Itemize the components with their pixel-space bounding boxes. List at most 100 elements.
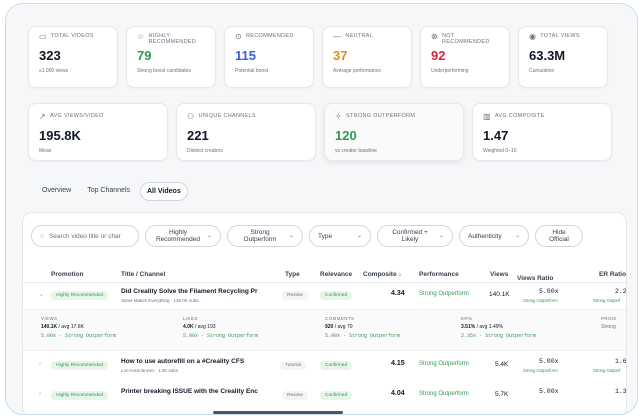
star-icon: ☆ bbox=[137, 32, 145, 41]
kpi-sub: ≥1,000 views bbox=[39, 68, 69, 74]
detail-value: 920 bbox=[325, 324, 334, 330]
col-performance[interactable]: Performance bbox=[419, 271, 459, 278]
kpi-label: HIGHLY RECOMMENDED bbox=[148, 33, 197, 45]
outperform-filter[interactable]: Strong Outperform ⌄ bbox=[227, 225, 303, 247]
col-relevance[interactable]: Relevance bbox=[320, 271, 352, 278]
kpi-sub: Underperforming bbox=[431, 68, 469, 74]
relevance-badge: Confirmed bbox=[320, 391, 353, 400]
er-ratio: 1.6 bbox=[615, 358, 627, 365]
tab-top-channels[interactable]: Top Channels bbox=[81, 182, 136, 201]
detail-views: VIEWS 140.1K / avg 17.6K 5.00x · Strong … bbox=[41, 316, 116, 339]
views-ratio: 5.00x bbox=[539, 358, 559, 365]
col-promotion[interactable]: Promotion bbox=[51, 271, 84, 278]
detail-avg: / avg 17.6K bbox=[58, 324, 84, 330]
er-ratio-sub: Strong Outperf bbox=[593, 298, 621, 303]
promotion-badge: Highly Recommended bbox=[51, 291, 109, 300]
kpi-sub: Distinct creators bbox=[187, 148, 223, 154]
detail-avg: / avg 1.49% bbox=[476, 324, 503, 330]
type-filter[interactable]: Type ⌄ bbox=[309, 225, 371, 247]
chevron-down-icon: ⌄ bbox=[206, 232, 212, 239]
kpi-sub: vs creator baseline bbox=[335, 148, 377, 154]
detail-label: PROM bbox=[601, 316, 617, 321]
kpi-label: AVG COMPOSITE bbox=[494, 113, 545, 119]
chevron-down-icon: ⌄ bbox=[438, 232, 444, 239]
promotion-badge: Highly Recommended bbox=[51, 361, 109, 370]
search-input[interactable]: ○ Search video title or char bbox=[31, 225, 139, 247]
channel-name: Lori Anne Brown · 1.2K subs bbox=[121, 368, 179, 373]
composite-score: 4.34 bbox=[391, 290, 405, 297]
kpi-avg-composite: ▥ AVG COMPOSITE 1.47 Weighted 0–10 bbox=[472, 103, 612, 161]
chevron-down-icon: ⌄ bbox=[514, 232, 520, 239]
search-placeholder: Search video title or char bbox=[48, 232, 121, 240]
views-count: 5.4K bbox=[495, 361, 509, 368]
expand-chevron-icon[interactable]: › bbox=[39, 391, 41, 397]
kpi-sub: Mean bbox=[39, 148, 52, 154]
kpi-sub: Weighted 0–10 bbox=[483, 148, 517, 154]
col-er-ratio[interactable]: ER Ratio bbox=[599, 271, 626, 278]
table-row[interactable]: ⌄ Highly Recommended Did Creality Solve … bbox=[23, 285, 626, 309]
table-row[interactable]: › Highly Recommended How to use autorefi… bbox=[23, 355, 627, 379]
detail-ratio: 5.00x · Strong Outperform bbox=[325, 333, 401, 339]
users-icon: ⚇ bbox=[187, 112, 195, 121]
kpi-value: 221 bbox=[187, 128, 209, 143]
views-ratio: 5.00x bbox=[539, 288, 559, 295]
kpi-label: NEUTRAL bbox=[345, 33, 374, 39]
detail-value: 3.51% bbox=[461, 324, 476, 330]
minus-icon: — bbox=[333, 32, 342, 41]
col-title[interactable]: Title / Channel bbox=[121, 271, 165, 278]
videos-panel: ○ Search video title or char Highly Reco… bbox=[22, 212, 627, 414]
kpi-label: AVG VIEWS/VIDEO bbox=[50, 113, 104, 119]
detail-avg: / avg 193 bbox=[194, 324, 216, 330]
kpi-avg-views: ↗ AVG VIEWS/VIDEO 195.8K Mean bbox=[28, 103, 168, 161]
performance-label: Strong Outperform bbox=[419, 361, 469, 367]
tab-all-videos[interactable]: All Videos bbox=[140, 182, 188, 201]
relevance-badge: Confirmed bbox=[320, 361, 353, 370]
tab-overview[interactable]: Overview bbox=[36, 182, 77, 201]
horizontal-scrollbar[interactable] bbox=[213, 411, 343, 414]
confirmed-filter[interactable]: Confirmed + Likely ⌄ bbox=[377, 225, 453, 247]
authenticity-filter[interactable]: Authenticity ⌄ bbox=[459, 225, 529, 247]
er-ratio-sub: Strong Outperf bbox=[593, 368, 621, 373]
trend-icon: ↗ bbox=[39, 112, 47, 121]
composite-score: 4.15 bbox=[391, 360, 405, 367]
expand-chevron-icon[interactable]: › bbox=[39, 361, 41, 367]
filter-label: Strong Outperform bbox=[243, 229, 277, 243]
table-header: Promotion Title / Channel Type Relevance… bbox=[23, 267, 626, 283]
filter-bar: ○ Search video title or char Highly Reco… bbox=[31, 225, 583, 247]
er-ratio: 1.3 bbox=[615, 388, 627, 395]
detail-comments: COMMENTS 920 / avg 70 5.00x · Strong Out… bbox=[325, 316, 400, 339]
collapse-chevron-icon[interactable]: ⌄ bbox=[39, 291, 44, 298]
kpi-label: RECOMMENDED bbox=[246, 33, 294, 39]
col-views-ratio-hint: 48% bbox=[517, 275, 526, 280]
kpi-row-2: ↗ AVG VIEWS/VIDEO 195.8K Mean ⚇ UNIQUE CHA… bbox=[28, 103, 637, 161]
detail-ratio: 5.00x · Strong Outperform bbox=[41, 333, 117, 339]
kpi-value: 79 bbox=[137, 48, 152, 63]
col-views[interactable]: Views bbox=[490, 271, 508, 278]
relevance-badge: Confirmed bbox=[320, 291, 353, 300]
recommendation-filter[interactable]: Highly Recommended ⌄ bbox=[145, 225, 221, 247]
video-title[interactable]: Printer breaking ISSUE with the Creality… bbox=[121, 388, 258, 395]
channel-name: Steve Makes Everything · 136.0K subs bbox=[121, 298, 199, 303]
kpi-not-recommended: ⊗ NOT RECOMMENDED 92 Underperforming bbox=[420, 26, 510, 88]
type-badge: Review bbox=[282, 291, 308, 300]
filter-label: Authenticity bbox=[468, 232, 502, 240]
performance-label: Strong Outperform bbox=[419, 291, 469, 297]
kpi-strong-outperform[interactable]: ✧ STRONG OUTPERFORM 120 vs creator baseli… bbox=[324, 103, 464, 161]
views-count: 140.1K bbox=[489, 291, 510, 298]
table-row[interactable]: › Highly Recommended Printer breaking IS… bbox=[23, 385, 627, 409]
row-detail-panel: VIEWS 140.1K / avg 17.6K 5.00x · Strong … bbox=[23, 309, 626, 351]
col-composite[interactable]: Composite ↓ bbox=[363, 271, 402, 278]
view-tabs: Overview Top Channels All Videos bbox=[36, 182, 188, 201]
kpi-value: 37 bbox=[333, 48, 348, 63]
search-icon: ○ bbox=[40, 232, 44, 240]
video-title[interactable]: Did Creality Solve the Filament Recyclin… bbox=[121, 288, 258, 295]
detail-er: ER% 3.51% / avg 1.49% 2.35x · Strong Out… bbox=[461, 316, 536, 339]
hide-official-toggle[interactable]: Hide Official bbox=[535, 225, 583, 247]
kpi-label: UNIQUE CHANNELS bbox=[198, 113, 256, 119]
video-title[interactable]: How to use autorefill on a #Creality CFS bbox=[121, 358, 244, 365]
filter-label: Highly Recommended bbox=[155, 229, 201, 243]
col-type[interactable]: Type bbox=[285, 271, 300, 278]
video-icon: ▭ bbox=[39, 32, 47, 41]
views-ratio-sub: Strong Outperform bbox=[523, 368, 558, 373]
kpi-value: 115 bbox=[235, 48, 256, 63]
